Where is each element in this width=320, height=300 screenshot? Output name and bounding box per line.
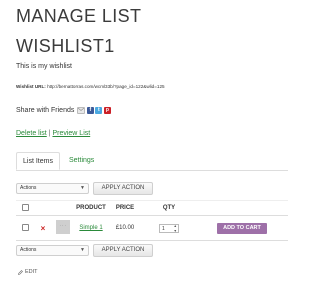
delete-list-link[interactable]: Delete list [16, 130, 47, 137]
select-all-checkbox[interactable] [21, 203, 29, 211]
wishlist-url: Wishlist URL: http://bernattorras.com/wc… [16, 84, 165, 89]
product-cell: Simple 1 [74, 215, 108, 241]
select-all-cell [16, 200, 34, 216]
wishlist-description: This is my wishlist [16, 63, 73, 70]
apply-action-button-bottom[interactable]: APPLY ACTION [93, 244, 153, 257]
quantity-stepper[interactable]: 1 ▲ ▼ [159, 223, 179, 233]
wishlist-url-value: http://bernattorras.com/wcml33b/?page_id… [47, 84, 165, 89]
add-to-cart-cell: ADD TO CART [196, 215, 288, 241]
product-thumbnail[interactable]: ··· [56, 220, 70, 234]
chevron-down-icon: ▼ [80, 185, 85, 191]
quantity-value: 1 [162, 225, 165, 232]
twitter-icon[interactable]: t [95, 107, 103, 114]
pinterest-icon[interactable]: p [103, 107, 111, 114]
wishlist-url-label: Wishlist URL: [16, 84, 46, 89]
share-label: Share with Friends [16, 107, 75, 114]
remove-header [34, 200, 52, 216]
price-header: PRICE [108, 200, 142, 216]
page-title: MANAGE LIST [16, 6, 142, 26]
qty-cell: 1 ▲ ▼ [142, 215, 196, 241]
thumbnail-placeholder: ··· [59, 223, 67, 229]
chevron-down-icon: ▼ [80, 247, 85, 253]
tab-settings[interactable]: Settings [63, 152, 100, 170]
pencil-icon [18, 269, 23, 275]
facebook-icon[interactable]: f [86, 107, 94, 114]
thumbnail-cell: ··· [52, 215, 74, 241]
table-header-row: PRODUCT PRICE QTY [16, 200, 288, 216]
wishlist-title: WISHLIST1 [16, 36, 115, 56]
action-header [196, 200, 288, 216]
table-row: × ··· Simple 1 £10.00 1 ▲ ▼ ADD TO CART [16, 215, 288, 241]
edit-label: EDIT [25, 269, 38, 275]
wishlist-table: PRODUCT PRICE QTY × ··· Simple 1 £10.00 … [16, 200, 288, 241]
actions-select-top[interactable]: Actions ▼ [16, 183, 89, 194]
remove-cell: × [34, 215, 52, 241]
thumb-header [52, 200, 74, 216]
remove-icon[interactable]: × [41, 224, 46, 233]
product-header: PRODUCT [74, 200, 108, 216]
actions-select-bottom[interactable]: Actions ▼ [16, 245, 89, 256]
add-to-cart-button[interactable]: ADD TO CART [217, 222, 267, 234]
preview-list-link[interactable]: Preview List [52, 130, 90, 137]
row-checkbox[interactable] [21, 223, 29, 231]
share-row: Share with Friends f t p [16, 107, 111, 114]
qty-header: QTY [142, 200, 196, 216]
spinner-arrows-icon[interactable]: ▲ ▼ [174, 224, 177, 233]
row-select-cell [16, 215, 34, 241]
tab-list-items[interactable]: List Items [16, 152, 60, 170]
apply-action-button-top[interactable]: APPLY ACTION [93, 182, 153, 195]
tab-bar: List Items Settings [16, 152, 288, 171]
list-links: Delete list | Preview List [16, 130, 90, 137]
actions-select-value: Actions [20, 247, 37, 253]
actions-select-value: Actions [20, 185, 37, 191]
product-link[interactable]: Simple 1 [79, 225, 102, 231]
links-separator: | [48, 130, 51, 137]
price-value: £10.00 [108, 215, 142, 241]
email-icon[interactable] [77, 107, 86, 114]
edit-link[interactable]: EDIT [18, 269, 38, 275]
